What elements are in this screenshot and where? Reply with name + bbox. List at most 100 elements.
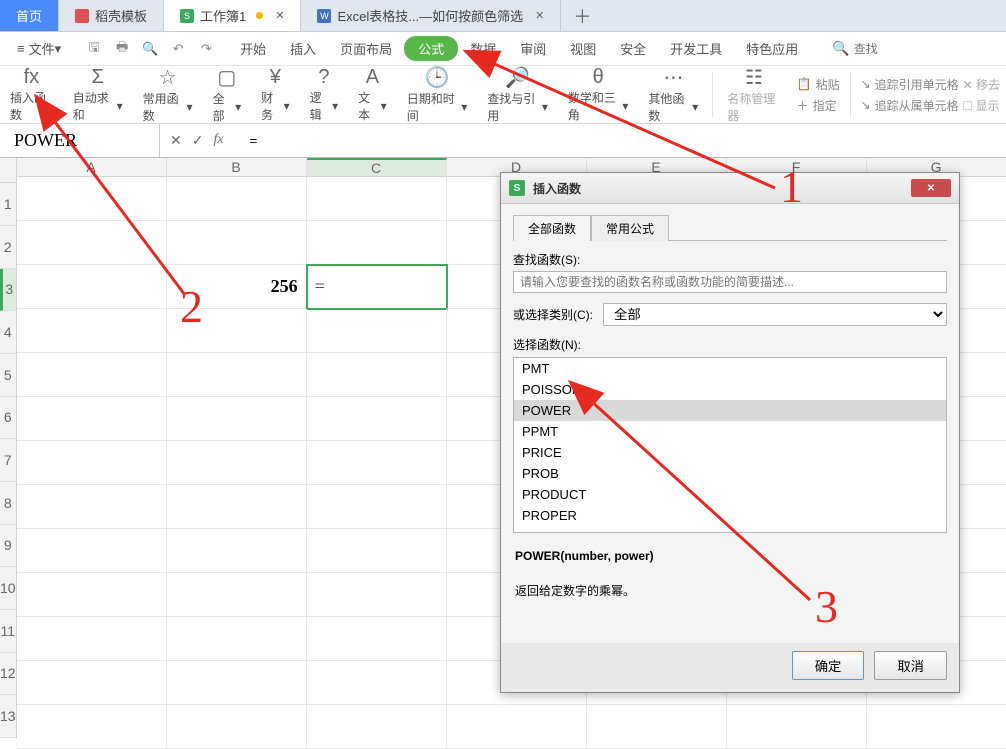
cell-A1[interactable] <box>17 177 167 221</box>
cell-B2[interactable] <box>167 221 307 265</box>
row-header-4[interactable]: 4 <box>0 311 16 354</box>
row-header-2[interactable]: 2 <box>0 226 16 269</box>
cell-B13[interactable] <box>167 705 307 749</box>
trace-precedents[interactable]: ↘ 追踪引用单元格 ✕ 移去 <box>861 76 1000 93</box>
menu-tab-formula[interactable]: 公式 <box>404 36 458 61</box>
autosum-button[interactable]: Σ自动求和 ▾ <box>63 66 133 123</box>
function-list[interactable]: PMTPOISSONPOWERPPMTPRICEPROBPRODUCTPROPE… <box>513 357 947 533</box>
cell-C11[interactable] <box>307 617 447 661</box>
cell-G13[interactable] <box>867 705 1006 749</box>
cancel-button[interactable]: 取消 <box>874 651 947 680</box>
dialog-titlebar[interactable]: S 插入函数 ✕ <box>501 173 959 204</box>
cell-B10[interactable] <box>167 573 307 617</box>
trace-dependents[interactable]: ↘ 追踪从属单元格 🞎 显示 <box>861 97 1000 114</box>
cell-B7[interactable] <box>167 441 307 485</box>
menu-search[interactable]: 🔍 查找 <box>822 40 887 57</box>
common-fn-button[interactable]: ☆常用函数 ▾ <box>133 66 203 123</box>
cancel-formula-icon[interactable]: ✕ <box>170 132 182 149</box>
cell-C13[interactable] <box>307 705 447 749</box>
logical-button[interactable]: ?逻辑 ▾ <box>300 66 349 123</box>
function-item-PRODUCT[interactable]: PRODUCT <box>514 484 946 505</box>
fx-icon[interactable]: fx <box>213 132 223 149</box>
print-icon[interactable]: 🖶 <box>110 38 134 60</box>
menu-tab-view[interactable]: 视图 <box>558 33 608 64</box>
cell-B4[interactable] <box>167 309 307 353</box>
cell-A9[interactable] <box>17 529 167 573</box>
cell-A8[interactable] <box>17 485 167 529</box>
select-all-corner[interactable] <box>0 158 16 183</box>
cell-F13[interactable] <box>727 705 867 749</box>
dialog-tab-all[interactable]: 全部函数 <box>513 215 591 241</box>
datetime-button[interactable]: 🕒日期和时间 ▾ <box>397 66 478 123</box>
tab-excel-tip[interactable]: W Excel表格技...—如何按颜色筛选 ✕ <box>301 0 561 31</box>
row-header-12[interactable]: 12 <box>0 653 16 696</box>
cell-B3[interactable]: 256 <box>167 265 307 309</box>
cell-C10[interactable] <box>307 573 447 617</box>
function-item-POISSON[interactable]: POISSON <box>514 379 946 400</box>
tab-home[interactable]: 首页 <box>0 0 59 31</box>
cell-E13[interactable] <box>587 705 727 749</box>
close-icon[interactable]: ✕ <box>535 9 544 22</box>
accept-formula-icon[interactable]: ✓ <box>192 132 204 149</box>
function-item-PROB[interactable]: PROB <box>514 463 946 484</box>
function-item-PPMT[interactable]: PPMT <box>514 421 946 442</box>
row-header-13[interactable]: 13 <box>0 695 16 738</box>
col-header-A[interactable]: A <box>17 158 167 177</box>
cell-B11[interactable] <box>167 617 307 661</box>
financial-button[interactable]: ¥财务 ▾ <box>251 66 300 123</box>
text-button[interactable]: A文本 ▾ <box>348 66 397 123</box>
cell-C4[interactable] <box>307 309 447 353</box>
close-icon[interactable]: ✕ <box>275 9 284 22</box>
cell-A3[interactable] <box>17 265 167 309</box>
tab-template[interactable]: 稻壳模板 <box>59 0 164 31</box>
cell-A11[interactable] <box>17 617 167 661</box>
dialog-tab-common[interactable]: 常用公式 <box>591 215 669 241</box>
file-menu[interactable]: ≡ 文件 ▾ <box>6 36 72 61</box>
cell-C6[interactable] <box>307 397 447 441</box>
redo-icon[interactable]: ↷ <box>194 38 218 60</box>
col-header-C[interactable]: C <box>307 158 447 177</box>
cell-B12[interactable] <box>167 661 307 705</box>
row-header-11[interactable]: 11 <box>0 610 16 653</box>
assign-name[interactable]: ＋ 指定 <box>797 97 840 114</box>
cell-B5[interactable] <box>167 353 307 397</box>
cell-A7[interactable] <box>17 441 167 485</box>
row-header-7[interactable]: 7 <box>0 439 16 482</box>
cell-A4[interactable] <box>17 309 167 353</box>
cell-C2[interactable] <box>307 221 447 265</box>
cell-B1[interactable] <box>167 177 307 221</box>
all-fn-button[interactable]: ▢全部 ▾ <box>203 66 252 123</box>
row-header-3[interactable]: 3 <box>0 269 16 312</box>
cell-B9[interactable] <box>167 529 307 573</box>
function-item-PMT[interactable]: PMT <box>514 358 946 379</box>
function-item-POWER[interactable]: POWER <box>514 400 946 421</box>
lookup-button[interactable]: 🔎查找与引用 ▾ <box>477 66 558 123</box>
cell-C9[interactable] <box>307 529 447 573</box>
cell-D13[interactable] <box>447 705 587 749</box>
new-tab-button[interactable]: ＋ <box>561 3 603 29</box>
save-icon[interactable]: 🖫 <box>82 38 106 60</box>
paste-name[interactable]: 📋 粘贴 <box>797 76 840 93</box>
other-fn-button[interactable]: ⋯其他函数 ▾ <box>638 66 708 123</box>
col-header-B[interactable]: B <box>167 158 307 177</box>
row-header-1[interactable]: 1 <box>0 183 16 226</box>
insert-function-button[interactable]: fx插入函数 <box>0 66 63 123</box>
cell-B6[interactable] <box>167 397 307 441</box>
menu-tab-feature[interactable]: 特色应用 <box>734 33 810 64</box>
category-select[interactable]: 全部 <box>603 303 947 326</box>
cell-C3[interactable]: = <box>307 265 447 309</box>
row-header-9[interactable]: 9 <box>0 525 16 568</box>
cell-C12[interactable] <box>307 661 447 705</box>
menu-tab-data[interactable]: 数据 <box>458 33 508 64</box>
cell-C5[interactable] <box>307 353 447 397</box>
name-box[interactable]: POWER <box>0 124 160 157</box>
cell-A13[interactable] <box>17 705 167 749</box>
math-button[interactable]: θ数学和三角 ▾ <box>558 66 639 123</box>
name-manager-button[interactable]: ☷名称管理器 <box>717 66 790 123</box>
preview-icon[interactable]: 🔍 <box>138 38 162 60</box>
cell-A5[interactable] <box>17 353 167 397</box>
formula-input[interactable] <box>242 124 1006 157</box>
function-search-input[interactable] <box>513 271 947 293</box>
cell-C7[interactable] <box>307 441 447 485</box>
tab-workbook[interactable]: S 工作簿1 ✕ <box>164 0 301 31</box>
